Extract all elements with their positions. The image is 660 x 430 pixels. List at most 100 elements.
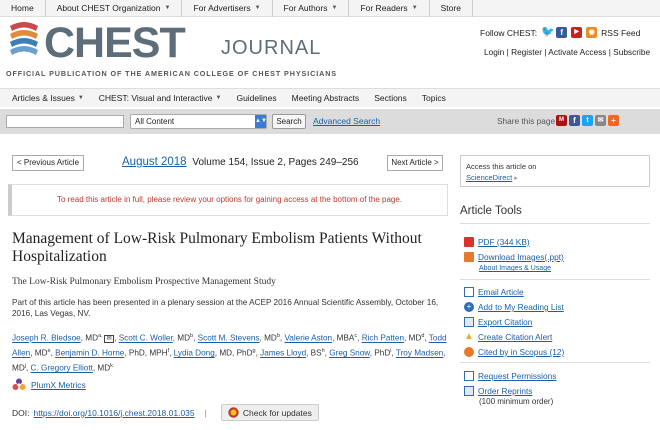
issue-date-link[interactable]: August 2018: [122, 156, 187, 168]
author-link[interactable]: Lydia Dong: [174, 349, 215, 358]
author-link[interactable]: Benjamin D. Horne: [55, 349, 124, 358]
email-article-tool[interactable]: Email Article: [464, 287, 524, 297]
author-link[interactable]: Scott C. Woller: [119, 334, 173, 343]
plumx-link[interactable]: PlumX Metrics: [31, 380, 86, 390]
email-icon: [464, 287, 474, 297]
topnav-home-label: Home: [11, 3, 34, 13]
permissions-tool[interactable]: Request Permissions: [464, 371, 556, 381]
email-share-icon[interactable]: ✉: [595, 115, 606, 126]
secnav-articles-issues[interactable]: Articles & Issues ▼: [12, 89, 84, 108]
author-link[interactable]: C. Gregory Elliott: [31, 364, 93, 373]
scopus-icon: [464, 347, 474, 357]
about-images-link[interactable]: About Images & Usage: [479, 265, 551, 272]
secnav-visual-interactive[interactable]: CHEST: Visual and Interactive ▼: [99, 89, 222, 108]
rss-label[interactable]: RSS Feed: [601, 28, 640, 38]
citation-alert-tool[interactable]: ▲ Create Citation Alert: [464, 331, 552, 343]
author-link[interactable]: Rich Patten: [362, 334, 404, 343]
search-scope-select[interactable]: All Content ▲▼: [130, 114, 267, 129]
topnav-advertisers[interactable]: For Advertisers ▼: [182, 0, 273, 17]
pdf-link[interactable]: PDF (344 KB): [478, 237, 530, 247]
author-link[interactable]: Joseph R. Bledsoe: [12, 334, 81, 343]
export-citation-link[interactable]: Export Citation: [478, 317, 532, 327]
advanced-search-link[interactable]: Advanced Search: [313, 116, 380, 126]
issue-details: Volume 154, Issue 2, Pages 249–256: [192, 157, 359, 168]
presentation-note: Part of this article has been presented …: [12, 298, 439, 318]
check-for-updates-button[interactable]: Check for updates: [220, 404, 319, 421]
mendeley-icon[interactable]: M: [556, 115, 567, 126]
add-share-icon[interactable]: +: [608, 115, 619, 126]
author-link[interactable]: James Lloyd: [260, 349, 306, 358]
topnav-store[interactable]: Store: [430, 0, 473, 17]
scopus-link[interactable]: Cited by in Scopus (12): [478, 347, 564, 357]
register-link[interactable]: Register: [511, 47, 542, 57]
previous-article-button[interactable]: < Previous Article: [12, 155, 84, 171]
secnav-label: Articles & Issues: [12, 93, 75, 103]
download-images-link[interactable]: Download Images(.ppt): [478, 252, 564, 262]
article-title: Management of Low-Risk Pulmonary Embolis…: [12, 230, 422, 265]
divider: |: [204, 407, 207, 418]
reprints-icon: [464, 386, 474, 396]
scopus-tool[interactable]: Cited by in Scopus (12): [464, 347, 564, 357]
topnav-authors[interactable]: For Authors ▼: [273, 0, 350, 17]
twitter-share-icon[interactable]: t: [582, 115, 593, 126]
doi-link[interactable]: https://doi.org/10.1016/j.chest.2018.01.…: [33, 408, 194, 418]
author-link[interactable]: Troy Madsen: [396, 349, 443, 358]
plumx-icon: [12, 378, 26, 390]
author-suffix: , MD: [172, 333, 191, 343]
topnav-home[interactable]: Home: [0, 0, 46, 17]
reading-list-link[interactable]: Add to My Reading List: [478, 302, 564, 312]
secnav-topics[interactable]: Topics: [422, 89, 446, 108]
secnav-meeting-abstracts[interactable]: Meeting Abstracts: [292, 89, 360, 108]
crossmark-icon: [228, 407, 239, 418]
reprints-note: (100 minimum order): [479, 397, 554, 406]
secnav-guidelines[interactable]: Guidelines: [236, 89, 276, 108]
twitter-icon[interactable]: 🐦: [541, 27, 555, 38]
author-affiliation: j: [24, 363, 26, 370]
author-suffix: , MD: [259, 333, 277, 343]
secnav-sections[interactable]: Sections: [374, 89, 407, 108]
activate-access-link[interactable]: Activate Access: [548, 47, 606, 57]
doi-row: DOI: https://doi.org/10.1016/j.chest.201…: [12, 404, 319, 421]
download-images-tool[interactable]: Download Images(.ppt): [464, 252, 564, 262]
reading-list-icon: +: [464, 302, 474, 312]
author-link[interactable]: Valerie Aston: [284, 334, 332, 343]
export-citation-tool[interactable]: Export Citation: [464, 317, 532, 327]
author-link[interactable]: Greg Snow: [329, 349, 370, 358]
rss-icon[interactable]: ◉: [586, 27, 598, 38]
author-link[interactable]: Scott M. Stevens: [198, 334, 260, 343]
reading-list-tool[interactable]: + Add to My Reading List: [464, 302, 564, 312]
search-input[interactable]: [6, 115, 124, 128]
youtube-icon[interactable]: ▶: [571, 27, 583, 38]
author-suffix: , BS: [306, 348, 322, 358]
chevron-down-icon: ▼: [411, 5, 418, 11]
reprints-link[interactable]: Order Reprints: [478, 386, 532, 396]
topnav-readers[interactable]: For Readers ▼: [349, 0, 430, 17]
author-affiliation: b: [276, 333, 280, 339]
topnav-about[interactable]: About CHEST Organization ▼: [46, 0, 183, 17]
next-article-button[interactable]: Next Article >: [387, 155, 443, 171]
divider: [460, 223, 650, 224]
top-navigation: Home About CHEST Organization ▼ For Adver…: [0, 0, 660, 17]
facebook-icon[interactable]: f: [556, 27, 568, 38]
sciencedirect-box: Access this article on ScienceDirect ▸: [460, 155, 650, 187]
search-bar: All Content ▲▼ Search Advanced Search Sh…: [0, 109, 660, 134]
alert-icon: ▲: [464, 331, 474, 342]
topnav-readers-label: For Readers: [360, 3, 408, 13]
citation-alert-link[interactable]: Create Citation Alert: [478, 332, 552, 342]
plumx-metrics[interactable]: PlumX Metrics: [12, 378, 86, 392]
sciencedirect-link[interactable]: ScienceDirect: [466, 173, 512, 182]
topnav-advertisers-label: For Advertisers: [193, 3, 251, 13]
permissions-link[interactable]: Request Permissions: [478, 371, 556, 381]
subscribe-link[interactable]: Subscribe: [613, 47, 650, 57]
search-button[interactable]: Search: [272, 114, 306, 129]
brand-name: CHEST: [44, 19, 186, 67]
pdf-tool[interactable]: PDF (344 KB): [464, 237, 530, 247]
email-author-icon[interactable]: ✉: [104, 334, 115, 343]
login-link[interactable]: Login: [484, 47, 504, 57]
reprints-tool[interactable]: Order Reprints: [464, 386, 532, 396]
chest-logo[interactable]: CHEST JOURNAL: [6, 19, 320, 67]
email-article-link[interactable]: Email Article: [478, 287, 524, 297]
facebook-share-icon[interactable]: f: [569, 115, 580, 126]
secnav-label: Meeting Abstracts: [291, 93, 360, 103]
author-suffix: , MD, PhD: [214, 348, 253, 358]
